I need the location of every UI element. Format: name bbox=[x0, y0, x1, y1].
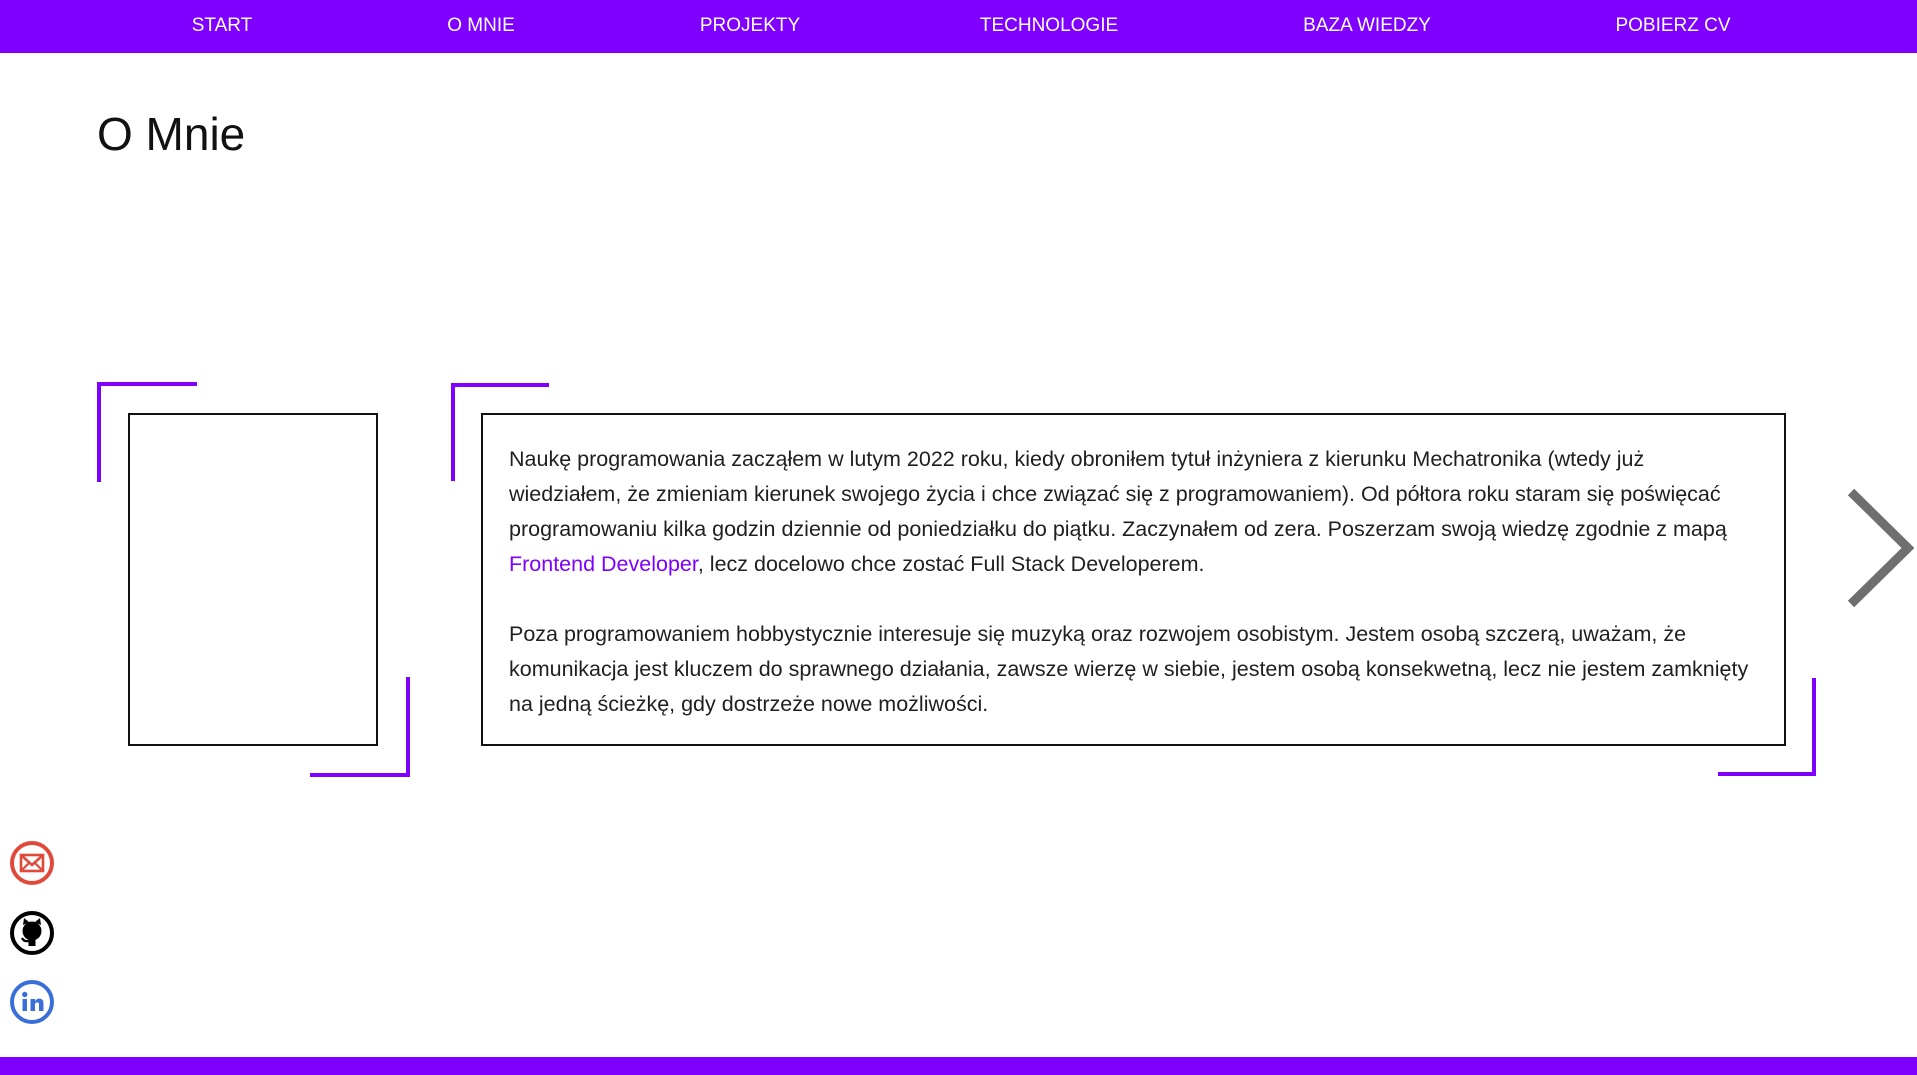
top-nav: START O MNIE PROJEKTY TECHNOLOGIE BAZA W… bbox=[0, 0, 1917, 53]
page-title: O Mnie bbox=[97, 108, 246, 160]
about-paragraph-1: Naukę programowania zacząłem w lutym 202… bbox=[509, 442, 1760, 582]
about-p1-text-start: Naukę programowania zacząłem w lutym 202… bbox=[509, 447, 1727, 541]
profile-photo bbox=[128, 413, 378, 746]
frontend-developer-link[interactable]: Frontend Developer bbox=[509, 552, 698, 576]
page: START O MNIE PROJEKTY TECHNOLOGIE BAZA W… bbox=[0, 0, 1917, 1075]
linkedin-icon[interactable] bbox=[9, 979, 55, 1025]
about-paragraph-2: Poza programowaniem hobbystycznie intere… bbox=[509, 622, 1749, 716]
about-text-box: Naukę programowania zacząłem w lutym 202… bbox=[481, 413, 1786, 746]
footer-bar bbox=[0, 1057, 1917, 1075]
chevron-right-icon[interactable] bbox=[1840, 486, 1917, 610]
about-p1-text-end: , lecz docelowo chce zostać Full Stack D… bbox=[697, 552, 1205, 576]
nav-item-o-mnie[interactable]: O MNIE bbox=[447, 0, 515, 53]
nav-item-pobierz-cv[interactable]: POBIERZ CV bbox=[1615, 0, 1730, 53]
email-icon[interactable] bbox=[9, 840, 55, 886]
github-icon[interactable] bbox=[9, 910, 55, 956]
nav-item-technologie[interactable]: TECHNOLOGIE bbox=[980, 0, 1118, 53]
nav-item-projekty[interactable]: PROJEKTY bbox=[700, 0, 800, 53]
nav-item-start[interactable]: START bbox=[192, 0, 253, 53]
nav-item-baza-wiedzy[interactable]: BAZA WIEDZY bbox=[1303, 0, 1431, 53]
